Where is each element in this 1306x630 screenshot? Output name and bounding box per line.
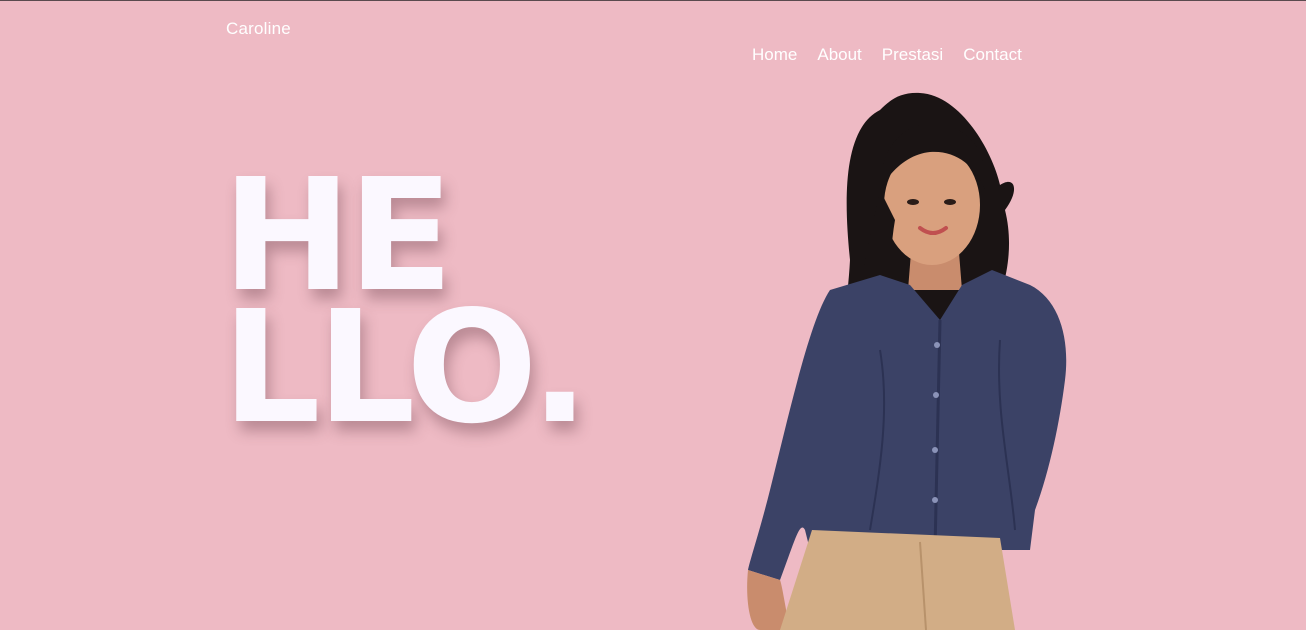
top-border (0, 0, 1306, 1)
nav-prestasi[interactable]: Prestasi (882, 45, 943, 65)
shirt-button (932, 447, 938, 453)
nav-home[interactable]: Home (752, 45, 797, 65)
shirt-button (932, 497, 938, 503)
brand-logo[interactable]: Caroline (226, 19, 291, 39)
hero-heading: HE LLO. (222, 158, 589, 458)
portrait-photo (747, 92, 1067, 630)
shirt (748, 270, 1067, 580)
nav-about[interactable]: About (817, 45, 861, 65)
nav-contact[interactable]: Contact (963, 45, 1022, 65)
shirt-button (933, 392, 939, 398)
left-eye (907, 199, 919, 205)
skirt (780, 530, 1015, 630)
hero-line-2: LLO. (222, 277, 589, 458)
main-nav: Home About Prestasi Contact (752, 45, 1022, 65)
shirt-button (934, 342, 940, 348)
right-eye (944, 199, 956, 205)
